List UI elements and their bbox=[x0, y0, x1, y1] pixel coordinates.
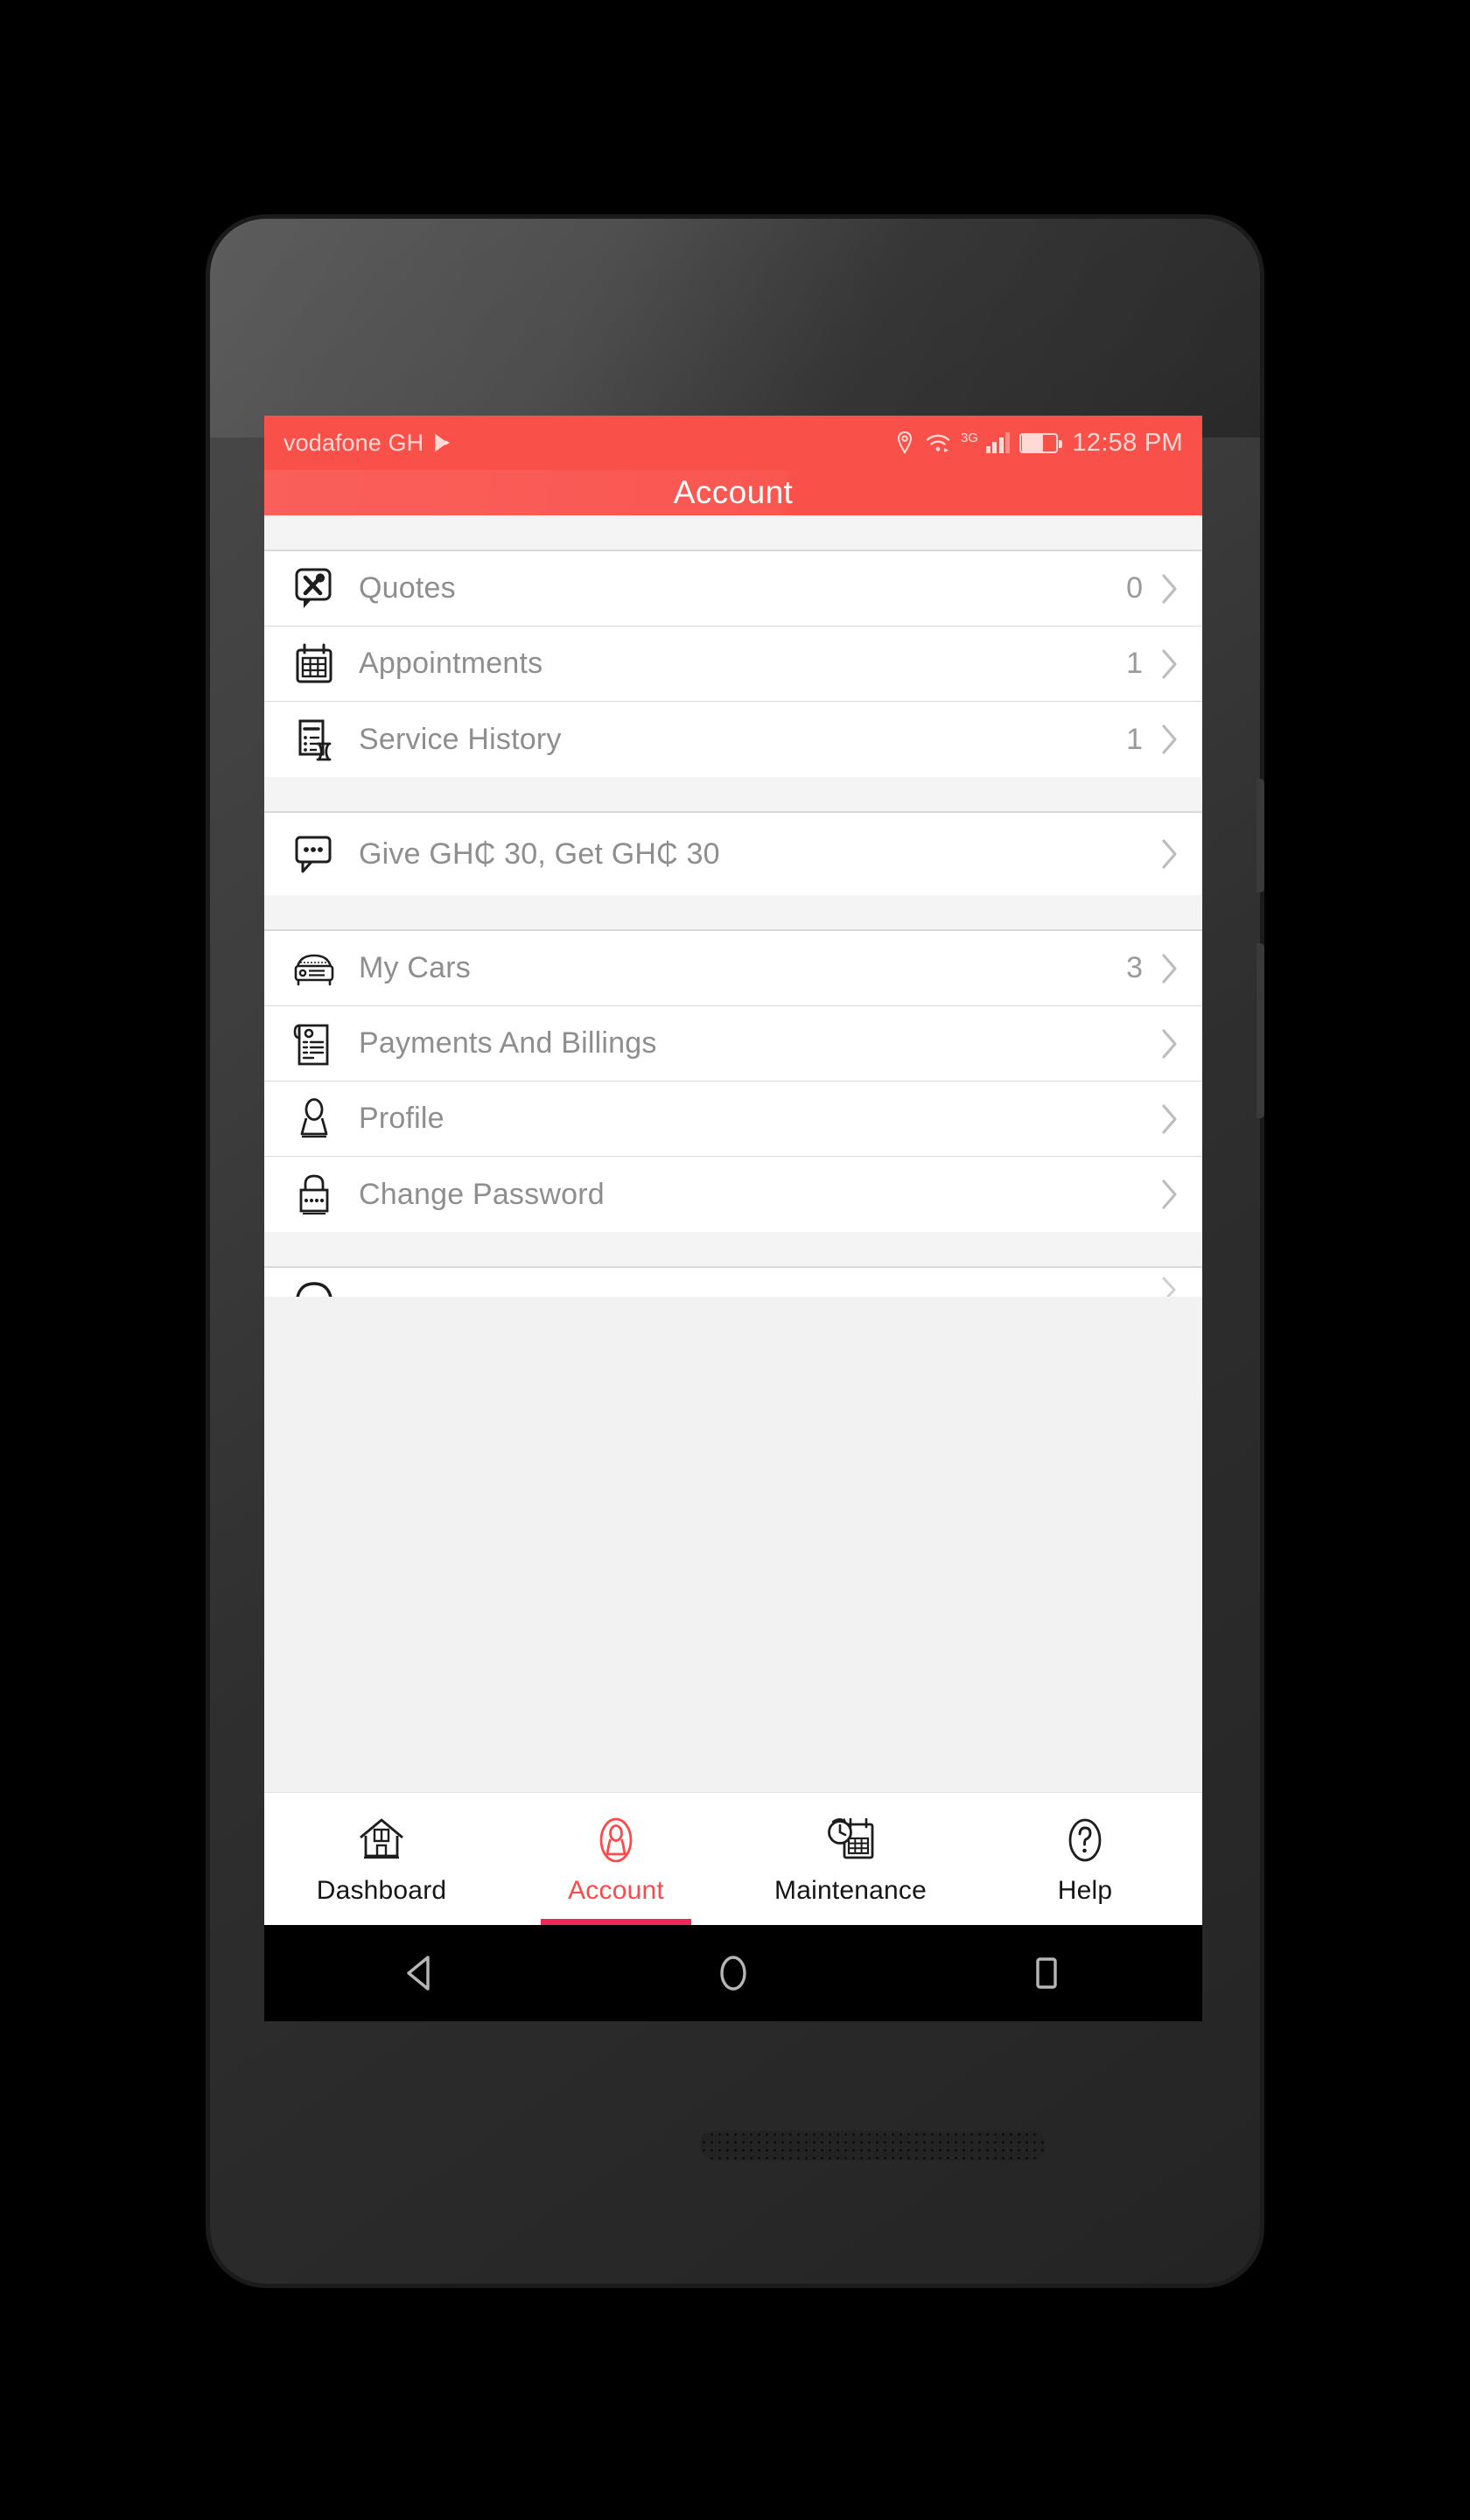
list-item-label: Appointments bbox=[359, 647, 543, 680]
list-item-label: Give GH₵ 30, Get GH₵ 30 bbox=[359, 836, 720, 871]
list-item-count: 0 bbox=[1126, 571, 1143, 605]
tab-dashboard[interactable]: Dashboard bbox=[264, 1793, 499, 1925]
list-item-label: Quotes bbox=[359, 571, 456, 605]
list-item-appointments[interactable]: Appointments 1 bbox=[264, 626, 1202, 702]
chevron-right-icon bbox=[1160, 837, 1180, 871]
battery-icon bbox=[1019, 432, 1063, 453]
partial-row-icon bbox=[287, 1273, 341, 1297]
phone-glass-sheen bbox=[210, 219, 1260, 438]
page-title: Account bbox=[673, 474, 794, 510]
quotes-tools-bubble-icon bbox=[287, 567, 341, 611]
list-item-change-password[interactable]: Change Password bbox=[264, 1157, 1202, 1232]
tab-label: Help bbox=[1057, 1875, 1113, 1905]
home-house-icon bbox=[356, 1813, 407, 1867]
app-bar: Account bbox=[264, 470, 1202, 515]
chevron-right-icon bbox=[1160, 1277, 1180, 1297]
list-item-count: 3 bbox=[1126, 951, 1143, 984]
list-group-settings: My Cars 3 Payments And Billings Profile … bbox=[264, 930, 1202, 1232]
active-tab-indicator bbox=[541, 1919, 691, 1925]
service-history-hourglass-icon bbox=[287, 718, 341, 761]
list-item-profile[interactable]: Profile bbox=[264, 1082, 1202, 1157]
list-item-label: My Cars bbox=[359, 951, 471, 984]
chevron-right-icon bbox=[1160, 952, 1180, 985]
list-item-count: 1 bbox=[1126, 647, 1143, 680]
person-account-icon bbox=[591, 1813, 641, 1867]
tab-maintenance[interactable]: Maintenance bbox=[733, 1793, 968, 1925]
location-pin-icon bbox=[894, 430, 915, 455]
tab-label: Maintenance bbox=[774, 1875, 927, 1905]
list-group-activity: Quotes 0 Appointments 1 Service History … bbox=[264, 550, 1202, 777]
list-item-count: 1 bbox=[1126, 722, 1143, 756]
list-item-my-cars[interactable]: My Cars 3 bbox=[264, 931, 1202, 1006]
bottom-tab-bar: Dashboard Account Maintenance Help bbox=[264, 1792, 1202, 1925]
section-gap-settings bbox=[264, 895, 1202, 930]
maintenance-clock-calendar-icon bbox=[823, 1813, 878, 1867]
bottom-speaker-grille bbox=[700, 2131, 1046, 2160]
tab-help[interactable]: Help bbox=[968, 1793, 1202, 1925]
list-item-payments-and-billings[interactable]: Payments And Billings bbox=[264, 1006, 1202, 1082]
list-item-label: Change Password bbox=[359, 1177, 605, 1211]
signal-bars-icon bbox=[985, 432, 1011, 453]
chevron-right-icon bbox=[1160, 1027, 1180, 1060]
section-gap-bottom bbox=[264, 1232, 1202, 1267]
list-item-label: Profile bbox=[359, 1102, 444, 1135]
list-item-label: Service History bbox=[359, 722, 562, 756]
tab-label: Dashboard bbox=[316, 1875, 447, 1905]
tab-account[interactable]: Account bbox=[499, 1793, 733, 1925]
list-item-quotes[interactable]: Quotes 0 bbox=[264, 551, 1202, 626]
carrier-label: vodafone GH bbox=[284, 429, 424, 456]
calendar-icon bbox=[287, 642, 341, 686]
car-front-icon bbox=[287, 949, 341, 988]
chat-bubble-dots-icon bbox=[287, 833, 341, 875]
recents-square-icon[interactable] bbox=[993, 1950, 1098, 1996]
chevron-right-icon bbox=[1160, 1102, 1180, 1136]
list-item-partially-visible[interactable] bbox=[264, 1267, 1202, 1297]
back-triangle-icon[interactable] bbox=[368, 1952, 473, 1994]
account-list-scroll[interactable]: Quotes 0 Appointments 1 Service History … bbox=[264, 515, 1202, 1792]
play-store-icon bbox=[431, 431, 454, 454]
home-circle-icon[interactable] bbox=[681, 1950, 786, 1996]
list-item-referral[interactable]: Give GH₵ 30, Get GH₵ 30 bbox=[264, 813, 1202, 895]
list-item-service-history[interactable]: Service History 1 bbox=[264, 702, 1202, 777]
volume-button[interactable] bbox=[1256, 943, 1264, 1118]
list-item-label: Payments And Billings bbox=[359, 1026, 657, 1060]
tab-label: Account bbox=[568, 1875, 664, 1905]
list-group-referral: Give GH₵ 30, Get GH₵ 30 bbox=[264, 812, 1202, 895]
person-profile-icon bbox=[287, 1097, 341, 1141]
wifi-icon bbox=[925, 431, 951, 454]
android-navigation-bar bbox=[264, 1925, 1202, 2021]
status-bar: vodafone GH 3G 12:58 PM bbox=[264, 416, 1202, 470]
clock-label: 12:58 PM bbox=[1072, 428, 1183, 457]
power-button[interactable] bbox=[1256, 779, 1264, 892]
chevron-right-icon bbox=[1160, 723, 1180, 756]
section-gap-referral bbox=[264, 777, 1202, 812]
chevron-right-icon bbox=[1160, 572, 1180, 606]
phone-screen: vodafone GH 3G 12:58 PM Account Quotes 0… bbox=[264, 416, 1202, 2021]
chevron-right-icon bbox=[1160, 648, 1180, 681]
invoice-receipt-icon bbox=[287, 1020, 341, 1068]
network-type-label: 3G bbox=[960, 430, 978, 445]
status-icons-group: 3G 12:58 PM bbox=[894, 429, 1183, 458]
padlock-icon bbox=[287, 1172, 341, 1216]
chevron-right-icon bbox=[1160, 1178, 1180, 1211]
section-gap-top bbox=[264, 515, 1202, 550]
help-question-mark-icon bbox=[1060, 1813, 1110, 1867]
